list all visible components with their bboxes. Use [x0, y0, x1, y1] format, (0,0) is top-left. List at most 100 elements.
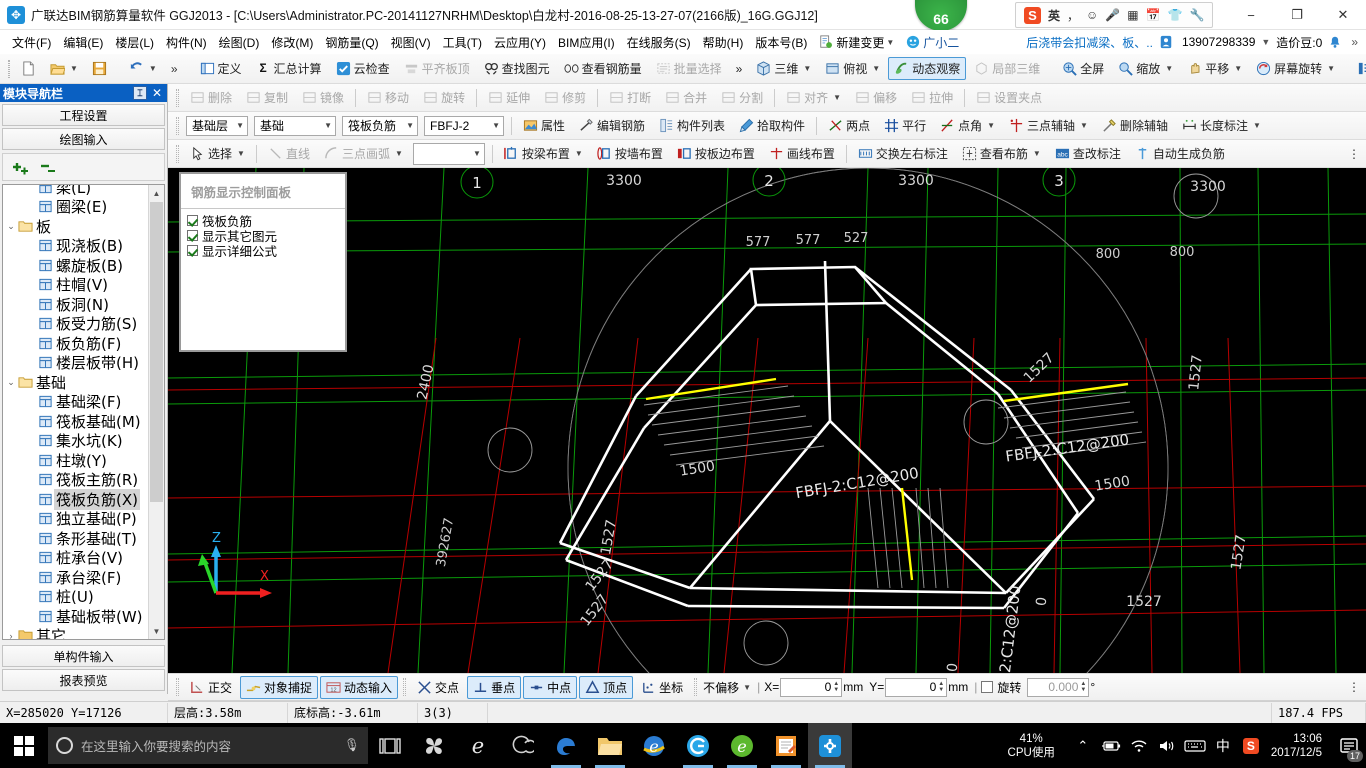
tree-item-26[interactable]: 桩(U): [3, 587, 148, 607]
line-button[interactable]: 直线: [262, 142, 316, 165]
category-selector[interactable]: 基础 ▼: [254, 115, 336, 136]
sidebar-button-single-component-input[interactable]: 单构件输入: [2, 645, 165, 667]
layout-by-slab-edge-button[interactable]: 按板边布置: [671, 142, 761, 165]
tree-item-5[interactable]: 梁(L): [3, 185, 148, 197]
coordinate-button[interactable]: 坐标: [635, 676, 689, 699]
wifi-icon[interactable]: [1125, 723, 1153, 768]
menu-item-floor[interactable]: 楼层(L): [109, 32, 160, 53]
open-file-button[interactable]: ▼: [44, 58, 84, 79]
chevron-down-icon[interactable]: ▼: [70, 64, 78, 73]
ime-mode-label[interactable]: 英: [1048, 7, 1060, 24]
ime-calendar-icon[interactable]: 📅: [1146, 8, 1161, 22]
layout-by-beam-button[interactable]: 按梁布置 ▼: [498, 142, 589, 165]
three-point-aux-axis-button[interactable]: 三点辅轴 ▼: [1003, 114, 1094, 137]
toolbar-grip[interactable]: [176, 144, 179, 163]
toolbar-grip[interactable]: [176, 88, 179, 107]
collapse-all-icon[interactable]: [39, 159, 59, 175]
屏幕旋转-button[interactable]: 屏幕旋转 ▼: [1250, 57, 1341, 80]
俯视-button[interactable]: 俯视 ▼: [819, 57, 886, 80]
taskbar-clock[interactable]: 13:06 2017/12/5: [1265, 732, 1332, 760]
toolbar-grip[interactable]: [8, 59, 10, 78]
scrollbar-thumb[interactable]: [150, 202, 163, 502]
toolbar-grip[interactable]: [403, 678, 407, 696]
offset-y-input[interactable]: 0 ▲ ▼: [885, 677, 948, 697]
drawing-canvas[interactable]: .gl { stroke:#0a9a0a; fill:none; stroke-…: [168, 168, 1366, 673]
ggj-app-icon[interactable]: [808, 723, 852, 768]
tree-item-11[interactable]: 板洞(N): [3, 295, 148, 315]
选择楼层-button[interactable]: 选择楼层: [1351, 57, 1366, 80]
two-point-axis-button[interactable]: 两点: [822, 114, 876, 137]
chevron-down-icon[interactable]: ▼: [833, 93, 841, 102]
spiral-icon[interactable]: [500, 723, 544, 768]
chevron-down-icon[interactable]: ▼: [1253, 121, 1261, 130]
draw-option-combo[interactable]: ▼: [412, 142, 485, 165]
旋转-button[interactable]: 旋转: [417, 86, 471, 109]
checkbox-icon[interactable]: [187, 245, 198, 256]
summary-calc-button[interactable]: Σ 汇总计算: [250, 57, 328, 80]
tree-item-19[interactable]: 柱墩(Y): [3, 451, 148, 471]
menu-item-file[interactable]: 文件(F): [6, 32, 57, 53]
平移-button[interactable]: 平移 ▼: [1181, 57, 1248, 80]
pin-icon[interactable]: ⌶: [132, 86, 147, 100]
ime-keyboard-icon[interactable]: ▦: [1127, 8, 1138, 22]
tree-item-22[interactable]: 独立基础(P): [3, 509, 148, 529]
new-change-button[interactable]: 新建变更 ▼: [813, 32, 900, 53]
ortho-button[interactable]: 正交: [184, 676, 238, 699]
object-snap-button[interactable]: 对象捕捉: [240, 675, 319, 699]
tree-item-28[interactable]: › 其它: [3, 626, 148, 639]
ime-floating-bar[interactable]: S 英 ， ☺ 🎤 ▦ 📅 👕 🔧: [1015, 2, 1214, 28]
point-angle-button[interactable]: 点角 ▼: [934, 114, 1001, 137]
check-edit-dimension-button[interactable]: abc 查改标注: [1049, 142, 1127, 165]
rebar-option-2[interactable]: 显示详细公式: [187, 243, 345, 259]
volume-icon[interactable]: [1153, 723, 1181, 768]
checkbox-icon[interactable]: [187, 230, 198, 241]
sidebar-button-report-preview[interactable]: 报表预览: [2, 669, 165, 691]
ime-cn-icon[interactable]: 中: [1209, 723, 1237, 768]
pick-component-button[interactable]: 拾取构件: [733, 114, 811, 137]
chevron-down-icon[interactable]: ▼: [1234, 64, 1242, 73]
member-selector[interactable]: FBFJ-2 ▼: [424, 115, 504, 136]
maximize-button[interactable]: ❐: [1274, 0, 1320, 30]
tree-expander-icon[interactable]: ⌄: [5, 221, 17, 232]
toolbar-grip[interactable]: [694, 678, 698, 696]
chevron-down-icon[interactable]: ▼: [575, 149, 583, 158]
battery-icon[interactable]: [1097, 723, 1125, 768]
tree-expander-icon[interactable]: ⌄: [5, 377, 17, 388]
perpendicular-snap-button[interactable]: 垂点: [467, 675, 522, 699]
chevron-down-icon[interactable]: ▼: [237, 149, 245, 158]
menu-item-edit[interactable]: 编辑(E): [57, 32, 109, 53]
find-element-button[interactable]: 查找图元: [478, 57, 556, 80]
chevron-down-icon[interactable]: ▼: [395, 149, 403, 158]
局部三维-button[interactable]: 局部三维: [968, 57, 1046, 80]
修剪-button[interactable]: 修剪: [538, 86, 592, 109]
tree-item-21[interactable]: 筏板负筋(X): [3, 488, 148, 510]
dynamic-input-button[interactable]: 12 动态输入: [320, 675, 399, 699]
chevron-down-icon[interactable]: ▼: [1080, 121, 1088, 130]
tree-item-10[interactable]: 柱帽(V): [3, 275, 148, 295]
rotate-input[interactable]: 0.000 ▲ ▼: [1027, 677, 1090, 697]
microphone-icon[interactable]: 🎙: [344, 738, 360, 753]
checkbox-icon[interactable]: [187, 215, 198, 226]
tree-item-24[interactable]: 桩承台(V): [3, 548, 148, 568]
view-rebar-layout-button[interactable]: 查看布筋 ▼: [956, 142, 1047, 165]
chevron-down-icon[interactable]: ▼: [236, 121, 244, 130]
合并-button[interactable]: 合并: [659, 86, 713, 109]
parallel-axis-button[interactable]: 平行: [878, 114, 932, 137]
new-file-button[interactable]: [15, 58, 42, 79]
bell-icon[interactable]: [1328, 35, 1342, 49]
close-icon[interactable]: ✕: [150, 86, 164, 100]
删除-button[interactable]: 删除: [184, 86, 238, 109]
midpoint-snap-button[interactable]: 中点: [523, 675, 578, 699]
menu-item-online-service[interactable]: 在线服务(S): [621, 32, 697, 53]
layout-by-wall-button[interactable]: 按墙布置: [591, 142, 669, 165]
arc-button[interactable]: 三点画弧 ▼: [318, 142, 409, 165]
动态观察-button[interactable]: 动态观察: [888, 57, 967, 80]
tree-scroll-area[interactable]: 端柱(Z)构造柱(Z)›墙›门窗洞⌄梁梁(L)圈梁(E)⌄板现浇板(B)螺旋板(…: [3, 185, 148, 639]
file-explorer-icon[interactable]: [588, 723, 632, 768]
delete-aux-axis-button[interactable]: 删除辅轴: [1096, 114, 1174, 137]
tree-item-18[interactable]: 集水坑(K): [3, 431, 148, 451]
tree-item-25[interactable]: 承台梁(F): [3, 568, 148, 588]
type-selector[interactable]: 筏板负筋 ▼: [342, 115, 418, 136]
task-view-icon[interactable]: [368, 723, 412, 768]
chevron-down-icon[interactable]: ▼: [473, 149, 481, 158]
